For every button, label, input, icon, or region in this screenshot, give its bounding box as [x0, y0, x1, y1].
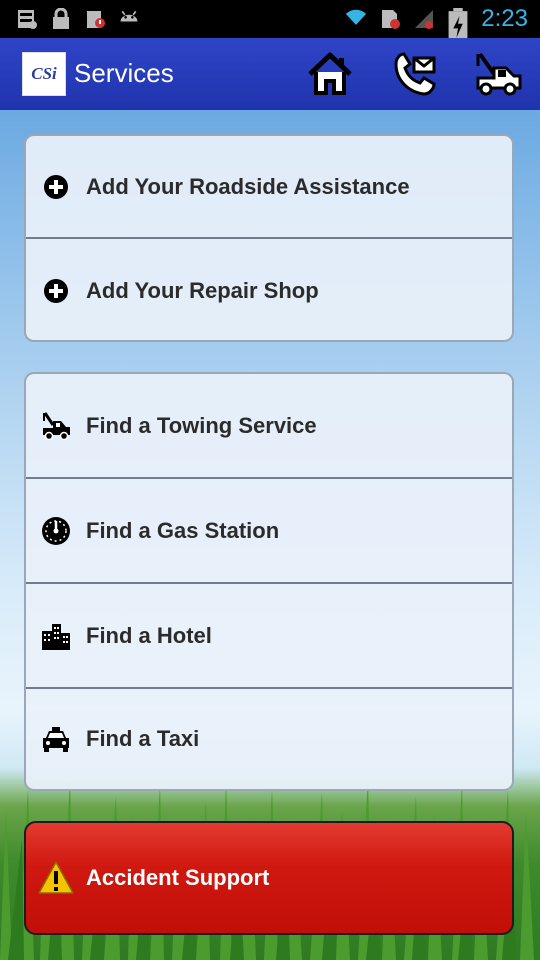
find-towing-service-item[interactable]: Find a Towing Service	[26, 374, 512, 479]
android-icon	[118, 8, 140, 30]
wifi-icon	[345, 8, 367, 30]
add-roadside-assistance-label: Add Your Roadside Assistance	[86, 173, 410, 199]
hotel-icon	[40, 620, 72, 652]
find-gas-station-item[interactable]: Find a Gas Station	[26, 479, 512, 584]
lock-icon	[50, 7, 72, 30]
home-icon	[308, 52, 352, 95]
plus-circle-icon	[40, 275, 72, 307]
find-hotel-label: Find a Hotel	[86, 622, 212, 648]
find-services-card: Find a Towing Service Find a Gas Station…	[24, 372, 514, 791]
app-logo[interactable]: CSi	[22, 52, 66, 96]
fuel-gauge-icon	[40, 515, 72, 547]
call-button[interactable]	[390, 50, 438, 98]
find-towing-service-label: Find a Towing Service	[86, 412, 317, 438]
battery-icon	[447, 8, 469, 43]
clock: 2:23	[481, 5, 528, 32]
tow-truck-icon	[40, 410, 72, 442]
find-taxi-item[interactable]: Find a Taxi	[26, 689, 512, 789]
accident-support-label: Accident Support	[86, 865, 270, 890]
signal-icon	[413, 8, 435, 30]
tow-truck-icon	[476, 52, 522, 96]
sim-card-icon	[379, 8, 401, 30]
find-gas-station-label: Find a Gas Station	[86, 517, 280, 543]
home-button[interactable]	[306, 50, 354, 98]
tow-truck-button[interactable]	[474, 50, 522, 98]
plus-circle-icon	[40, 171, 72, 203]
find-hotel-item[interactable]: Find a Hotel	[26, 584, 512, 689]
add-services-card: Add Your Roadside Assistance Add Your Re…	[24, 134, 514, 342]
add-repair-shop-label: Add Your Repair Shop	[86, 277, 319, 303]
status-bar: 2:23	[0, 0, 540, 43]
add-roadside-assistance-item[interactable]: Add Your Roadside Assistance	[26, 136, 512, 239]
accident-support-button[interactable]: Accident Support	[24, 821, 514, 935]
add-repair-shop-item[interactable]: Add Your Repair Shop	[26, 239, 512, 340]
warning-icon	[38, 860, 74, 896]
taxi-icon	[40, 723, 72, 755]
phone-icon	[394, 52, 436, 96]
action-bar: CSi Services	[0, 38, 540, 110]
find-taxi-label: Find a Taxi	[86, 726, 200, 751]
sd-card-icon	[16, 8, 38, 30]
page-title: Services	[74, 58, 174, 88]
download-warning-icon	[84, 8, 106, 30]
